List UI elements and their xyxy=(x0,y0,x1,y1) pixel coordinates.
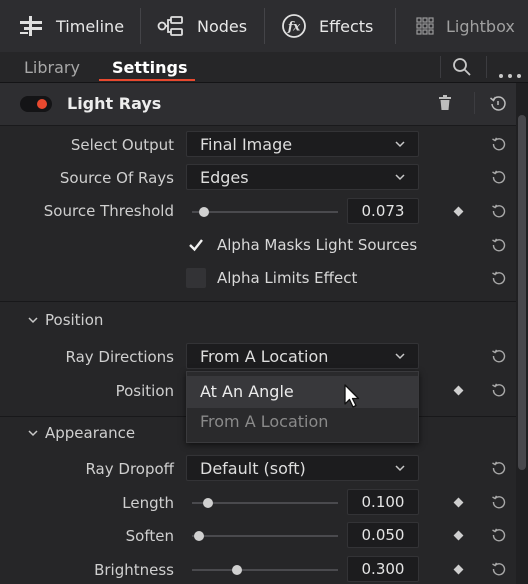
ray-dropoff-value: Default (soft) xyxy=(200,458,306,478)
reset-icon[interactable] xyxy=(491,527,507,543)
fx-icon: fx xyxy=(281,13,307,39)
position-section-header[interactable]: Position xyxy=(27,311,103,329)
appearance-section-title: Appearance xyxy=(45,424,136,442)
alpha-limits-checkbox[interactable] xyxy=(186,268,206,288)
lightbox-label: Lightbox xyxy=(446,16,515,36)
chevron-down-icon xyxy=(395,174,405,181)
select-output-value: Final Image xyxy=(200,134,293,154)
ray-directions-dropdown[interactable]: From A Location xyxy=(186,343,419,369)
ray-directions-value: From A Location xyxy=(200,346,329,366)
chevron-down-icon xyxy=(28,317,38,324)
lightbox-grid-icon xyxy=(416,17,434,35)
reset-icon[interactable] xyxy=(491,494,507,510)
effect-enable-toggle[interactable] xyxy=(20,96,52,112)
source-of-rays-value: Edges xyxy=(200,167,249,187)
soften-label: Soften xyxy=(125,527,174,545)
reset-icon[interactable] xyxy=(491,237,507,253)
nodes-label: Nodes xyxy=(197,16,248,36)
lightbox-button[interactable]: Lightbox xyxy=(416,0,515,52)
chevron-down-icon xyxy=(395,465,405,472)
position-label: Position xyxy=(115,382,174,400)
reset-icon[interactable] xyxy=(491,136,507,152)
alpha-limits-label: Alpha Limits Effect xyxy=(217,269,358,287)
source-of-rays-label: Source Of Rays xyxy=(59,169,174,187)
timeline-icon xyxy=(18,15,44,37)
soften-slider[interactable] xyxy=(192,535,338,537)
reset-all-icon[interactable] xyxy=(489,95,507,117)
brightness-slider-knob[interactable] xyxy=(232,565,242,575)
ray-directions-label: Ray Directions xyxy=(65,348,174,366)
svg-text:fx: fx xyxy=(287,20,301,34)
appearance-section-header[interactable]: Appearance xyxy=(27,424,135,442)
nodes-button[interactable]: Nodes xyxy=(157,0,247,52)
length-slider[interactable] xyxy=(192,502,338,504)
chevron-down-icon xyxy=(395,353,405,360)
reset-icon[interactable] xyxy=(491,382,507,398)
menu-item-from-a-location[interactable]: From A Location xyxy=(200,412,328,431)
tab-library[interactable]: Library xyxy=(24,52,80,82)
ray-directions-menu: At An Angle From A Location xyxy=(186,371,419,443)
length-slider-knob[interactable] xyxy=(203,498,213,508)
effects-label: Effects xyxy=(319,16,374,36)
source-threshold-slider[interactable] xyxy=(192,211,338,213)
more-options-icon[interactable] xyxy=(498,64,522,83)
source-threshold-label: Source Threshold xyxy=(43,202,174,220)
brightness-slider[interactable] xyxy=(192,569,338,571)
select-output-dropdown[interactable]: Final Image xyxy=(186,131,419,157)
soften-value[interactable]: 0.050 xyxy=(347,522,419,548)
timeline-label: Timeline xyxy=(56,16,125,36)
trash-icon[interactable] xyxy=(438,95,452,115)
select-output-label: Select Output xyxy=(70,136,174,154)
chevron-down-icon xyxy=(28,430,38,437)
reset-icon[interactable] xyxy=(491,348,507,364)
menu-item-at-an-angle[interactable]: At An Angle xyxy=(200,382,294,401)
ray-dropoff-label: Ray Dropoff xyxy=(85,460,174,478)
brightness-value[interactable]: 0.300 xyxy=(347,556,419,582)
tab-library-label: Library xyxy=(24,57,80,77)
reset-icon[interactable] xyxy=(491,561,507,577)
reset-icon[interactable] xyxy=(491,270,507,286)
source-of-rays-dropdown[interactable]: Edges xyxy=(186,164,419,190)
top-toolbar: Timeline Nodes fx Effects Lightbox xyxy=(0,0,528,53)
brightness-label: Brightness xyxy=(94,561,174,579)
effects-button[interactable]: fx Effects xyxy=(281,0,373,52)
source-threshold-slider-knob[interactable] xyxy=(199,207,209,217)
chevron-down-icon xyxy=(395,141,405,148)
reset-icon[interactable] xyxy=(491,169,507,185)
ray-dropoff-dropdown[interactable]: Default (soft) xyxy=(186,455,419,481)
reset-icon[interactable] xyxy=(491,203,507,219)
length-value[interactable]: 0.100 xyxy=(347,489,419,515)
soften-slider-knob[interactable] xyxy=(194,531,204,541)
length-label: Length xyxy=(122,494,174,512)
source-threshold-value[interactable]: 0.073 xyxy=(347,198,419,224)
tab-settings-label: Settings xyxy=(112,57,188,77)
mouse-cursor-icon xyxy=(344,384,360,408)
effect-title: Light Rays xyxy=(67,94,162,113)
timeline-button[interactable]: Timeline xyxy=(18,0,124,52)
checkmark-icon xyxy=(189,239,203,252)
position-section-title: Position xyxy=(45,311,104,329)
alpha-masks-label: Alpha Masks Light Sources xyxy=(217,236,418,254)
tab-settings[interactable]: Settings xyxy=(112,52,188,82)
scrollbar[interactable] xyxy=(518,115,526,470)
active-tab-indicator xyxy=(99,79,195,81)
search-icon[interactable] xyxy=(452,57,472,81)
alpha-masks-checkbox[interactable] xyxy=(186,235,206,255)
reset-icon[interactable] xyxy=(491,460,507,476)
inspector-tab-bar: Library Settings xyxy=(0,52,528,83)
settings-panel xyxy=(0,83,516,584)
nodes-icon xyxy=(157,15,185,37)
